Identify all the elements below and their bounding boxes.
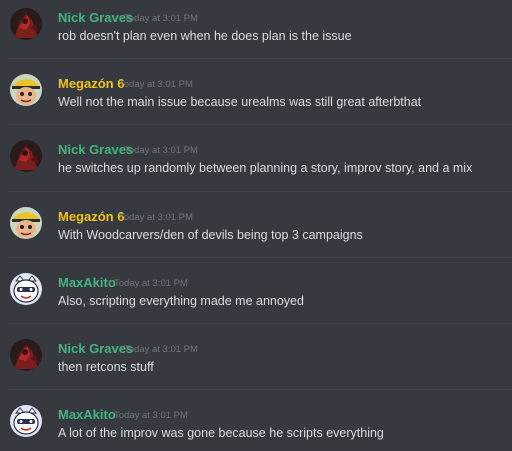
message-timestamp: Today at 3:01 PM xyxy=(114,410,188,421)
message-timestamp: Today at 3:01 PM xyxy=(114,278,188,289)
message-text: rob doesn't plan even when he does plan … xyxy=(58,29,352,43)
avatar[interactable] xyxy=(10,74,42,106)
white-cartoon-face-icon xyxy=(10,273,42,305)
avatar[interactable] xyxy=(10,405,42,437)
chat-message: Nick Graves Today at 3:01 PM rob doesn't… xyxy=(0,0,512,66)
message-author[interactable]: MaxAkito xyxy=(58,275,116,291)
chat-message: Nick Graves Today at 3:01 PM he switches… xyxy=(0,132,512,198)
avatar[interactable] xyxy=(10,273,42,305)
message-timestamp: Today at 3:01 PM xyxy=(124,13,198,24)
message-timestamp: Today at 3:01 PM xyxy=(124,145,198,156)
message-divider xyxy=(8,124,512,125)
message-divider xyxy=(8,58,512,59)
message-author[interactable]: MaxAkito xyxy=(58,407,116,423)
message-divider xyxy=(8,257,512,258)
message-timestamp: Today at 3:01 PM xyxy=(124,344,198,355)
message-author[interactable]: Nick Graves xyxy=(58,142,133,158)
message-text: he switches up randomly between planning… xyxy=(58,161,473,175)
dark-red-character-icon xyxy=(10,339,42,371)
message-divider xyxy=(8,389,512,390)
message-author[interactable]: Megazón 6 xyxy=(58,209,124,225)
message-text: Also, scripting everything made me annoy… xyxy=(58,294,304,308)
message-author[interactable]: Nick Graves xyxy=(58,10,133,26)
chat-message: Nick Graves Today at 3:01 PM then retcon… xyxy=(0,331,512,397)
message-text: A lot of the improv was gone because he … xyxy=(58,426,384,440)
message-author[interactable]: Megazón 6 xyxy=(58,76,124,92)
chat-message: MaxAkito Today at 3:01 PM Also, scriptin… xyxy=(0,265,512,331)
message-text: then retcons stuff xyxy=(58,360,154,374)
message-timestamp: Today at 3:01 PM xyxy=(119,212,193,223)
message-divider xyxy=(8,191,512,192)
dark-red-character-icon xyxy=(10,8,42,40)
white-cartoon-face-icon xyxy=(10,405,42,437)
avatar[interactable] xyxy=(10,339,42,371)
message-divider xyxy=(8,323,512,324)
message-timestamp: Today at 3:01 PM xyxy=(119,79,193,90)
chat-message: Megazón 6 Today at 3:01 PM With Woodcarv… xyxy=(0,199,512,265)
yellow-hat-face-icon xyxy=(10,207,42,239)
chat-message: Megazón 6 Today at 3:01 PM Well not the … xyxy=(0,66,512,132)
avatar[interactable] xyxy=(10,8,42,40)
chat-message: MaxAkito Today at 3:01 PM A lot of the i… xyxy=(0,397,512,451)
message-author[interactable]: Nick Graves xyxy=(58,341,133,357)
yellow-hat-face-icon xyxy=(10,74,42,106)
avatar[interactable] xyxy=(10,140,42,172)
chat-message-list: Nick Graves Today at 3:01 PM rob doesn't… xyxy=(0,0,512,451)
avatar[interactable] xyxy=(10,207,42,239)
dark-red-character-icon xyxy=(10,140,42,172)
message-text: With Woodcarvers/den of devils being top… xyxy=(58,228,363,242)
message-text: Well not the main issue because urealms … xyxy=(58,95,422,109)
